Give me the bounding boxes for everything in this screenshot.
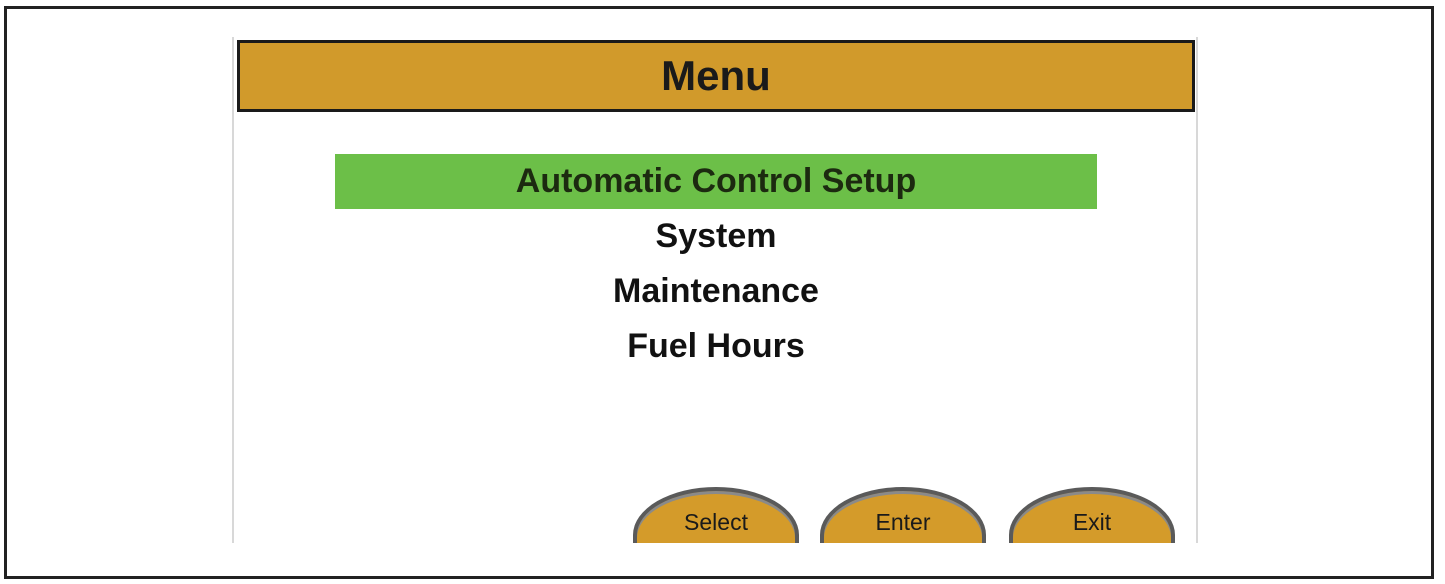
menu-item-automatic-control-setup[interactable]: Automatic Control Setup	[335, 154, 1097, 209]
menu-item-system[interactable]: System	[335, 209, 1097, 264]
display-screen: Menu Automatic Control Setup System Main…	[232, 37, 1198, 543]
menu-list: Automatic Control Setup System Maintenan…	[335, 154, 1097, 374]
figure-frame: Menu Automatic Control Setup System Main…	[4, 6, 1434, 579]
menu-item-maintenance[interactable]: Maintenance	[335, 264, 1097, 319]
menu-item-fuel-hours[interactable]: Fuel Hours	[335, 319, 1097, 374]
title-bar: Menu	[237, 40, 1195, 112]
page-title: Menu	[661, 52, 771, 99]
enter-button[interactable]: Enter	[820, 487, 986, 543]
exit-button[interactable]: Exit	[1009, 487, 1175, 543]
soft-button-bar: Select Enter Exit	[234, 487, 1196, 543]
select-button[interactable]: Select	[633, 487, 799, 543]
